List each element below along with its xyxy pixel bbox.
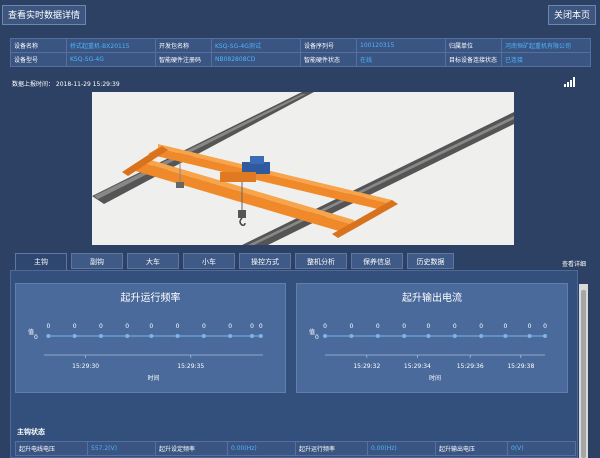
data-point (258, 334, 263, 338)
data-label: 0 (149, 323, 153, 330)
view-details-link[interactable]: 查看详细 (562, 259, 586, 268)
chart-lift-frequency: 起升运行频率 值 0 0 0 0 0 0 0 0 0 0 0 15:29:30 15:29:35 时间 (15, 283, 286, 393)
x-tick-label: 15:29:35 (177, 363, 204, 370)
data-point (250, 334, 255, 338)
main-hook-status-row: 起升电线电压 557.2(V) 起升设定频率 0.00(Hz) 起升运行频率 0… (15, 441, 576, 456)
tab-machine-analysis[interactable]: 整机分析 (295, 253, 347, 269)
tab-aux-hook[interactable]: 副钩 (71, 253, 123, 269)
lift-set-frequency-value: 0.00(Hz) (227, 441, 296, 456)
owner-unit-value: 河南恒矿起重机有限公司 (501, 38, 591, 53)
data-label: 0 (228, 323, 232, 330)
lift-run-frequency-value: 0.00(Hz) (367, 441, 436, 456)
device-info-row-1: 设备名称 桥式起重机-BX20115 开发包名称 KSQ-SG-4G测试 设备序… (10, 38, 591, 53)
data-label: 0 (176, 323, 180, 330)
data-point (527, 334, 532, 338)
hardware-code-value: NB082808CD (211, 52, 301, 67)
data-point (125, 334, 130, 338)
lift-run-frequency-label: 起升运行频率 (295, 441, 368, 456)
data-label: 0 (202, 323, 206, 330)
data-point (349, 334, 354, 338)
close-page-button[interactable]: 关闭本页 (547, 5, 596, 25)
data-label: 0 (323, 323, 327, 330)
data-label: 0 (453, 323, 457, 330)
tab-history[interactable]: 历史数据 (407, 253, 454, 269)
x-axis-label: 时间 (429, 374, 441, 382)
data-label: 0 (503, 323, 507, 330)
chart-lift-current: 起升输出电流 值 0 0 0 0 0 0 0 0 0 0 0 15:29:32 15:29:34 15:29… (296, 283, 568, 393)
tab-control-mode[interactable]: 操控方式 (239, 253, 291, 269)
crane-image (92, 92, 514, 245)
hardware-code-label: 智能硬件注册码 (155, 52, 212, 67)
lift-line-voltage-label: 起升电线电压 (15, 441, 88, 456)
x-tick-label: 15:29:38 (507, 363, 534, 370)
serial-number-label: 设备序列号 (300, 38, 357, 53)
main-hook-status-title: 主钩状态 (17, 428, 45, 436)
data-label: 0 (376, 323, 380, 330)
data-point (479, 334, 484, 338)
data-point (426, 334, 431, 338)
data-label: 0 (259, 323, 263, 330)
dev-package-label: 开发包名称 (155, 38, 212, 53)
connection-status-value: 已连接 (501, 52, 591, 67)
data-point (72, 334, 77, 338)
data-point (175, 334, 180, 338)
lift-output-voltage-label: 起升输出电压 (435, 441, 508, 456)
data-point (149, 334, 154, 338)
x-tick-label: 15:29:32 (353, 363, 380, 370)
tab-maintenance[interactable]: 保养信息 (351, 253, 403, 269)
device-model-label: 设备型号 (10, 52, 67, 67)
data-label: 0 (426, 323, 430, 330)
data-label: 0 (250, 323, 254, 330)
data-label: 0 (479, 323, 483, 330)
device-model-value: KSQ-SG-4G (66, 52, 156, 67)
tab-trolley[interactable]: 小车 (183, 253, 235, 269)
signal-strength-icon (564, 77, 576, 87)
data-label: 0 (543, 323, 547, 330)
data-point (46, 334, 51, 338)
y-tick-label: 0 (315, 334, 319, 341)
data-point (323, 334, 327, 338)
lift-set-frequency-label: 起升设定频率 (155, 441, 228, 456)
data-point (375, 334, 380, 338)
hardware-status-value: 在线 (356, 52, 446, 67)
x-tick-label: 15:29:36 (457, 363, 484, 370)
serial-number-value: 100120315 (356, 38, 446, 53)
data-label: 0 (99, 323, 103, 330)
device-info-row-2: 设备型号 KSQ-SG-4G 智能硬件注册码 NB082808CD 智能硬件状态… (10, 52, 591, 67)
data-label: 0 (402, 323, 406, 330)
data-label: 0 (73, 323, 77, 330)
data-point (503, 334, 508, 338)
owner-unit-label: 归属单位 (445, 38, 502, 53)
view-realtime-data-button[interactable]: 查看实时数据详情 (2, 5, 87, 25)
x-tick-label: 15:29:34 (404, 363, 431, 370)
chart-plot: 值00 0 0 0 0 0 0 0 0 015:29:30 15:29:35时间 (28, 323, 263, 382)
data-point (201, 334, 206, 338)
device-name-value: 桥式起重机-BX20115 (66, 38, 156, 53)
device-name-label: 设备名称 (10, 38, 67, 53)
tab-bridge[interactable]: 大车 (127, 253, 179, 269)
data-label: 0 (528, 323, 532, 330)
x-tick-label: 15:29:30 (72, 363, 99, 370)
data-point (228, 334, 233, 338)
connection-status-label: 目标设备连接状态 (445, 52, 502, 67)
data-point (543, 334, 547, 338)
x-axis-label: 时间 (147, 374, 159, 382)
data-point (402, 334, 407, 338)
y-tick-label: 0 (34, 334, 38, 341)
scrollbar-thumb[interactable] (581, 290, 586, 458)
data-point (98, 334, 103, 338)
lift-line-voltage-value: 557.2(V) (87, 441, 156, 456)
report-time: 数据上报时间： 2018-11-29 15:29:39 (12, 81, 120, 88)
data-point (452, 334, 457, 338)
chart-plot: 值00 0 0 0 0 0 0 0 0 015:29:32 15:29:34 15:29:36 15:2… (309, 323, 547, 382)
hardware-status-label: 智能硬件状态 (300, 52, 357, 67)
data-label: 0 (125, 323, 129, 330)
data-label: 0 (349, 323, 353, 330)
dev-package-value: KSQ-SG-4G测试 (211, 38, 301, 53)
data-label: 0 (46, 323, 50, 330)
tab-main-hook[interactable]: 主钩 (15, 253, 67, 271)
lift-output-voltage-value: 0(V) (507, 441, 576, 456)
